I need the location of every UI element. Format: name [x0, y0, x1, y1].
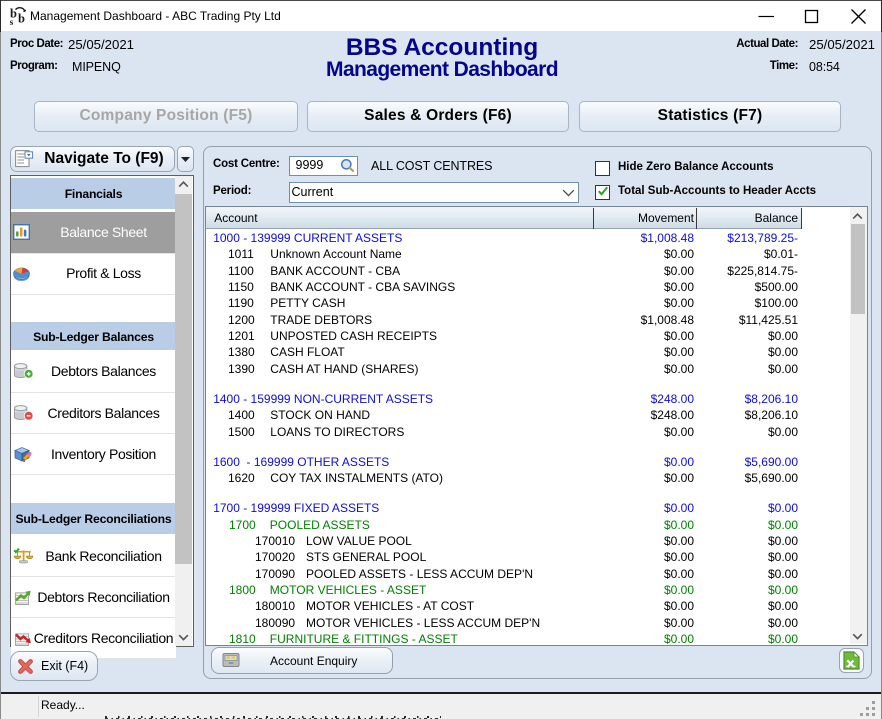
- svg-text:b: b: [18, 12, 25, 26]
- svg-text:s: s: [10, 18, 14, 28]
